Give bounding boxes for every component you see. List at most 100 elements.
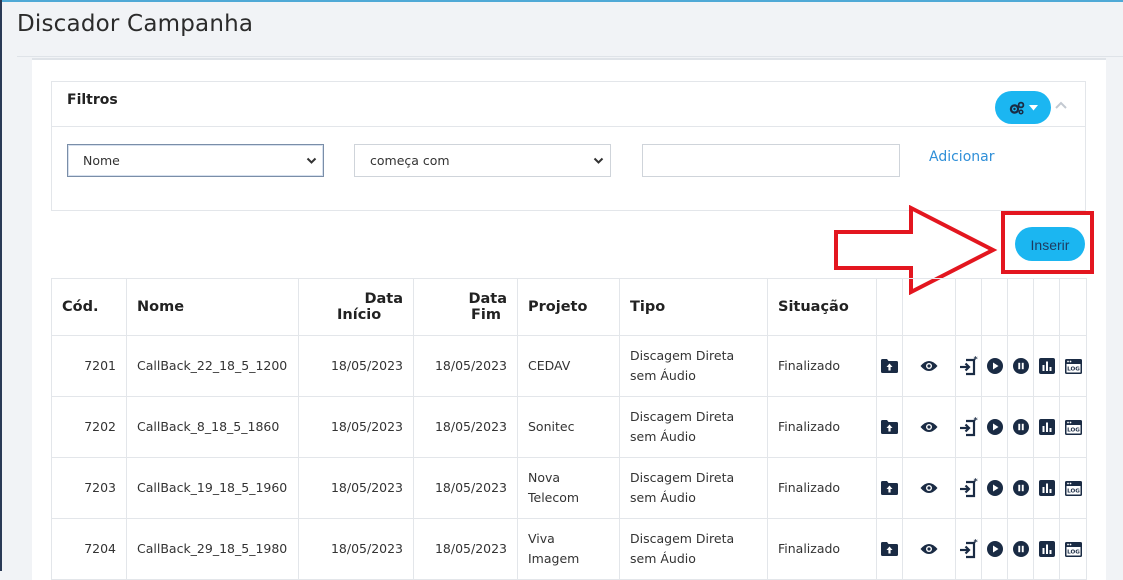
log-icon[interactable]: LOG xyxy=(1064,358,1082,374)
cell-line: Discagem Direta xyxy=(630,348,735,363)
header-data-fim-line1: Data xyxy=(468,291,507,307)
cell-line: Discagem Direta xyxy=(630,470,735,485)
pause-icon[interactable] xyxy=(1012,358,1029,374)
header-data-fim-line2: Fim xyxy=(471,307,501,323)
cell-situacao: Finalizado xyxy=(767,335,877,397)
cell-line: sem Áudio xyxy=(630,368,696,383)
header-data-inicio-line2: Início xyxy=(337,307,382,323)
cell-situacao: Finalizado xyxy=(767,518,877,580)
bar-chart-icon[interactable] xyxy=(1038,541,1055,557)
log-icon[interactable]: LOG xyxy=(1064,480,1082,496)
pause-icon[interactable] xyxy=(1012,480,1029,496)
svg-text:*: * xyxy=(973,417,978,425)
cell-situacao: Finalizado xyxy=(767,457,877,519)
view-eye-icon[interactable] xyxy=(920,360,938,372)
log-icon-text: LOG xyxy=(1067,427,1080,433)
filter-operator-value: começa com xyxy=(370,153,450,168)
cell-data-inicio: 18/05/2023 xyxy=(298,457,414,519)
insert-button[interactable]: Inserir xyxy=(1015,227,1085,261)
play-icon[interactable] xyxy=(986,358,1003,374)
add-filter-link[interactable]: Adicionar xyxy=(929,149,994,165)
window-top-border xyxy=(0,0,1123,2)
pause-icon[interactable] xyxy=(1012,419,1029,435)
import-icon[interactable]: * xyxy=(959,539,979,559)
cell-line: Nova xyxy=(528,470,561,485)
header-tipo[interactable]: Tipo xyxy=(619,278,768,336)
play-icon[interactable] xyxy=(986,480,1003,496)
filter-operator-select[interactable]: começa com xyxy=(354,144,611,177)
log-icon-text: LOG xyxy=(1067,488,1080,494)
content-card: Filtros Nome começa com Adicionar Inseri… xyxy=(32,58,1106,580)
filter-field-value: Nome xyxy=(83,153,120,168)
cell-projeto: Sonitec xyxy=(517,396,620,458)
view-eye-icon[interactable] xyxy=(920,543,938,555)
cell-nome: CallBack_19_18_5_1960 xyxy=(126,457,299,519)
page-title: Discador Campanha xyxy=(17,11,254,37)
cell-line: sem Áudio xyxy=(630,490,696,505)
cell-line: sem Áudio xyxy=(630,429,696,444)
header-cod[interactable]: Cód. xyxy=(51,278,127,336)
upload-folder-icon[interactable] xyxy=(881,481,898,495)
cell-cod: 7203 xyxy=(51,457,127,519)
upload-folder-icon[interactable] xyxy=(881,420,898,434)
bar-chart-icon[interactable] xyxy=(1038,358,1055,374)
header-actions xyxy=(981,278,1008,336)
cell-data-fim: 18/05/2023 xyxy=(413,396,518,458)
table-header-row: Cód. Nome Data Início Data Fim Projeto T… xyxy=(51,278,1087,336)
page-divider xyxy=(17,56,1123,57)
chevron-down-icon xyxy=(306,157,317,164)
cell-data-inicio: 18/05/2023 xyxy=(298,396,414,458)
play-icon[interactable] xyxy=(986,541,1003,557)
header-projeto[interactable]: Projeto xyxy=(517,278,620,336)
view-eye-icon[interactable] xyxy=(920,482,938,494)
header-actions xyxy=(1059,278,1087,336)
log-icon-text: LOG xyxy=(1067,366,1080,372)
cell-line: CEDAV xyxy=(528,358,571,373)
filter-field-select[interactable]: Nome xyxy=(67,144,324,177)
header-data-fim[interactable]: Data Fim xyxy=(413,278,518,336)
cell-data-inicio: 18/05/2023 xyxy=(298,335,414,397)
header-data-inicio[interactable]: Data Início xyxy=(298,278,414,336)
filter-value-input[interactable] xyxy=(642,144,900,177)
cell-line: Telecom xyxy=(528,490,580,505)
log-icon[interactable]: LOG xyxy=(1064,541,1082,557)
bar-chart-icon[interactable] xyxy=(1038,480,1055,496)
import-icon[interactable]: * xyxy=(959,478,979,498)
header-situacao[interactable]: Situação xyxy=(767,278,877,336)
cell-line: sem Áudio xyxy=(630,551,696,566)
filters-panel: Filtros Nome começa com Adicionar xyxy=(51,81,1086,211)
table-row: 7203 CallBack_19_18_5_1960 18/05/2023 18… xyxy=(51,457,1087,519)
cell-line: Viva Imagem xyxy=(528,531,580,566)
log-icon[interactable]: LOG xyxy=(1064,419,1082,435)
header-data-inicio-line1: Data xyxy=(364,291,403,307)
chevron-down-icon xyxy=(593,157,604,164)
cell-nome: CallBack_22_18_5_1200 xyxy=(126,335,299,397)
table-row: 7202 CallBack_8_18_5_1860 18/05/2023 18/… xyxy=(51,396,1087,458)
svg-text:*: * xyxy=(973,478,978,486)
filter-settings-button[interactable] xyxy=(995,91,1051,124)
play-icon[interactable] xyxy=(986,419,1003,435)
cell-cod: 7204 xyxy=(51,518,127,580)
import-icon[interactable]: * xyxy=(959,417,979,437)
cell-data-fim: 18/05/2023 xyxy=(413,518,518,580)
upload-folder-icon[interactable] xyxy=(881,542,898,556)
header-actions xyxy=(1033,278,1060,336)
gears-icon xyxy=(1009,101,1024,115)
cell-data-inicio: 18/05/2023 xyxy=(298,518,414,580)
cell-data-fim: 18/05/2023 xyxy=(413,335,518,397)
log-icon-text: LOG xyxy=(1067,549,1080,555)
view-eye-icon[interactable] xyxy=(920,421,938,433)
window-left-border xyxy=(0,0,2,571)
header-nome[interactable]: Nome xyxy=(126,278,299,336)
cell-projeto: Nova Telecom xyxy=(517,457,620,519)
pause-icon[interactable] xyxy=(1012,541,1029,557)
cell-projeto: CEDAV xyxy=(517,335,620,397)
svg-text:*: * xyxy=(973,539,978,547)
import-icon[interactable]: * xyxy=(959,356,979,376)
header-actions xyxy=(876,278,903,336)
svg-text:*: * xyxy=(973,356,978,364)
bar-chart-icon[interactable] xyxy=(1038,419,1055,435)
cell-projeto: Viva Imagem xyxy=(517,518,620,580)
upload-folder-icon[interactable] xyxy=(881,359,898,373)
chevron-up-icon[interactable] xyxy=(1054,98,1068,112)
